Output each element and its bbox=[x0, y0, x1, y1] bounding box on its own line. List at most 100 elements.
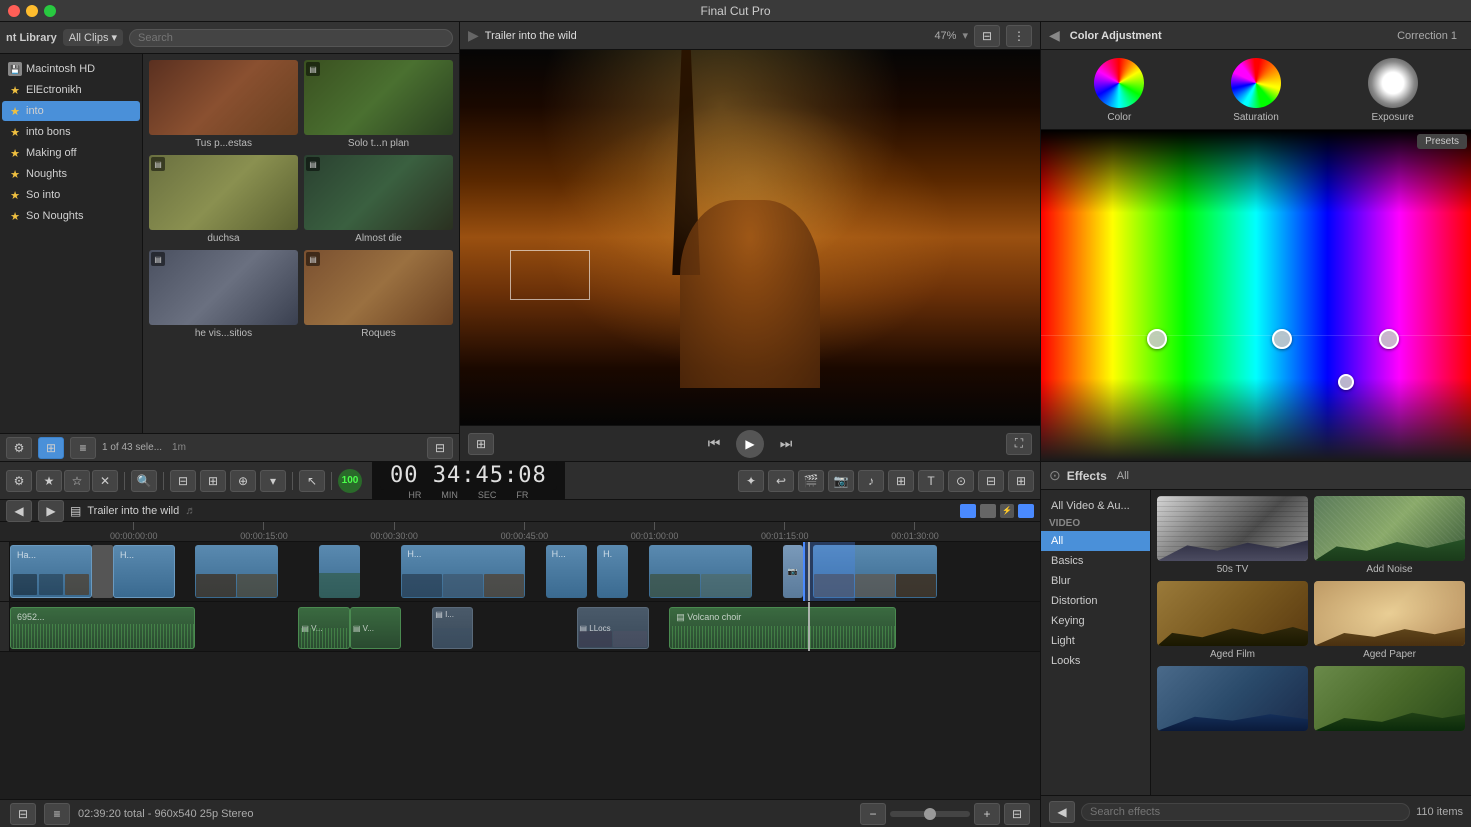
list-item[interactable]: ▤ Solo t...n plan bbox=[304, 60, 453, 149]
video-clip[interactable]: H. bbox=[597, 545, 628, 598]
effects-cat-blur[interactable]: Blur bbox=[1041, 571, 1150, 591]
fullscreen-icon[interactable]: ⛶ bbox=[1006, 433, 1032, 455]
audio-clip[interactable]: ▤ V... bbox=[350, 607, 402, 649]
color-tool-color[interactable]: Color bbox=[1094, 58, 1144, 123]
status-icon-button[interactable]: ⊟ bbox=[10, 803, 36, 825]
effects-cat-keying[interactable]: Keying bbox=[1041, 611, 1150, 631]
timeline-tracks[interactable]: Ha... H... bbox=[0, 542, 1040, 799]
sidebar-item-into-bons[interactable]: ★ into bons bbox=[2, 122, 140, 142]
effects-cat-distortion[interactable]: Distortion bbox=[1041, 591, 1150, 611]
effect-item-more1[interactable] bbox=[1157, 666, 1308, 731]
settings-button[interactable]: ⚙ bbox=[6, 437, 32, 459]
project-play-button[interactable]: ▶ bbox=[38, 500, 64, 522]
effect-item-aged-film[interactable]: Aged Film bbox=[1157, 581, 1308, 660]
audio-clip[interactable]: ▤ V... bbox=[298, 607, 350, 649]
reject-button[interactable]: ✕ bbox=[92, 470, 118, 492]
audio-button[interactable]: ♪ bbox=[858, 470, 884, 492]
project-back-button[interactable]: ◀ bbox=[6, 500, 32, 522]
grid-view-button[interactable]: ⊞ bbox=[38, 437, 64, 459]
color-tool-saturation[interactable]: Saturation bbox=[1231, 58, 1281, 123]
audio-clip[interactable]: ▤ I... bbox=[432, 607, 473, 649]
sidebar-item-into[interactable]: ★ into bbox=[2, 101, 140, 121]
sidebar-item-macintosh[interactable]: 💾 Macintosh HD bbox=[2, 59, 140, 79]
track-height-button[interactable] bbox=[1018, 504, 1034, 518]
video-clip[interactable]: H... bbox=[401, 545, 525, 598]
video-clip[interactable]: 📷 bbox=[783, 545, 804, 598]
effects-cat-looks[interactable]: Looks bbox=[1041, 651, 1150, 671]
sidebar-item-making-off[interactable]: ★ Making off bbox=[2, 143, 140, 163]
preview-more-button[interactable]: ⋮ bbox=[1006, 25, 1032, 47]
keyword-button[interactable]: 🔍 bbox=[131, 470, 157, 492]
list-item[interactable]: Tus p...estas bbox=[149, 60, 298, 149]
video-track-button[interactable]: 🎬 bbox=[798, 470, 824, 492]
generator-button[interactable]: ⊙ bbox=[948, 470, 974, 492]
effects-cat-basics[interactable]: Basics bbox=[1041, 551, 1150, 571]
video-clip[interactable] bbox=[319, 545, 360, 598]
color-panel-back-button[interactable]: ◀ bbox=[1049, 27, 1060, 44]
append-button[interactable]: ⊞ bbox=[200, 470, 226, 492]
preview-settings-button[interactable]: ⊟ bbox=[974, 25, 1000, 47]
audio-clip[interactable]: ▤ Volcano choir bbox=[669, 607, 896, 649]
sidebar-item-so-into[interactable]: ★ So into bbox=[2, 185, 140, 205]
audio-track-content[interactable]: 6952... ▤ V... ▤ V... bbox=[10, 602, 1040, 651]
overwrite-button[interactable]: ⊟ bbox=[170, 470, 196, 492]
effects-search-input[interactable] bbox=[1081, 803, 1410, 821]
sidebar-item-noughts[interactable]: ★ Noughts bbox=[2, 164, 140, 184]
insert-button[interactable]: ⊕ bbox=[230, 470, 256, 492]
transform-button[interactable]: ⊟ bbox=[978, 470, 1004, 492]
video-clip[interactable]: H... bbox=[113, 545, 175, 598]
favorite-button[interactable]: ★ bbox=[36, 470, 62, 492]
play-button[interactable]: ▶ bbox=[736, 430, 764, 458]
color-handle-3[interactable] bbox=[1379, 329, 1399, 349]
clips-dropdown[interactable]: All Clips ▾ bbox=[63, 29, 123, 46]
zoom-thumb[interactable] bbox=[924, 808, 936, 820]
color-tool-exposure[interactable]: Exposure bbox=[1368, 58, 1418, 123]
magic-wand-button[interactable]: ✦ bbox=[738, 470, 764, 492]
list-item[interactable]: ▤ he vis...sitios bbox=[149, 250, 298, 339]
select-tool-button[interactable]: ↖ bbox=[299, 470, 325, 492]
color-handle-1[interactable] bbox=[1147, 329, 1167, 349]
sidebar-item-so-noughts[interactable]: ★ So Noughts bbox=[2, 206, 140, 226]
audio-clip[interactable]: ▤ LLocs bbox=[577, 607, 649, 649]
color-gradient-area[interactable]: + Presets bbox=[1041, 130, 1471, 461]
effect-item-more2[interactable] bbox=[1314, 666, 1465, 731]
search-input[interactable] bbox=[129, 29, 453, 47]
effects-cat-all[interactable]: All bbox=[1041, 531, 1150, 551]
maximize-button[interactable] bbox=[44, 5, 56, 17]
layout-icon[interactable]: ⊞ bbox=[468, 433, 494, 455]
timeline-settings-button[interactable]: ⚙ bbox=[6, 470, 32, 492]
text-button[interactable]: T bbox=[918, 470, 944, 492]
go-to-end-button[interactable]: ⏭ bbox=[776, 434, 796, 454]
minimize-button[interactable] bbox=[26, 5, 38, 17]
list-item[interactable]: ▤ Roques bbox=[304, 250, 453, 339]
fullscreen-button[interactable]: ⛶ bbox=[1006, 433, 1032, 455]
go-to-start-button[interactable]: ⏮ bbox=[704, 434, 724, 454]
zoom-fit-button[interactable]: ⊟ bbox=[1004, 803, 1030, 825]
snap-button[interactable]: ⚡ bbox=[1000, 504, 1014, 518]
sidebar-item-electronikh[interactable]: ★ ElEctronikh bbox=[2, 80, 140, 100]
layout-button[interactable]: ⊞ bbox=[1008, 470, 1034, 492]
preview-layout-button[interactable]: ⊞ bbox=[468, 433, 494, 455]
effect-item-aged-paper[interactable]: Aged Paper bbox=[1314, 581, 1465, 660]
titles-button[interactable]: ⊞ bbox=[888, 470, 914, 492]
effects-back-button[interactable]: ◀ bbox=[1049, 801, 1075, 823]
unfavorite-button[interactable]: ☆ bbox=[64, 470, 90, 492]
list-item[interactable]: ▤ duchsa bbox=[149, 155, 298, 244]
status-list-button[interactable]: ≡ bbox=[44, 803, 70, 825]
connect-button[interactable]: ▾ bbox=[260, 470, 286, 492]
color-handle-4[interactable] bbox=[1338, 374, 1354, 390]
video-clip[interactable] bbox=[195, 545, 277, 598]
filter-button[interactable]: ⊟ bbox=[427, 437, 453, 459]
close-button[interactable] bbox=[8, 5, 20, 17]
effects-cat-all-video[interactable]: All Video & Au... bbox=[1041, 496, 1150, 516]
list-item[interactable]: ▤ Almost die bbox=[304, 155, 453, 244]
zoom-slider[interactable] bbox=[890, 811, 970, 817]
effect-item-50stv[interactable]: 50s TV bbox=[1157, 496, 1308, 575]
video-clip[interactable]: H... bbox=[546, 545, 587, 598]
effects-cat-light[interactable]: Light bbox=[1041, 631, 1150, 651]
audio-clip[interactable]: 6952... bbox=[10, 607, 195, 649]
video-track-content[interactable]: Ha... H... bbox=[10, 542, 1040, 601]
undo-button[interactable]: ↩ bbox=[768, 470, 794, 492]
effect-item-add-noise[interactable]: Add Noise bbox=[1314, 496, 1465, 575]
presets-button[interactable]: Presets bbox=[1417, 134, 1467, 149]
